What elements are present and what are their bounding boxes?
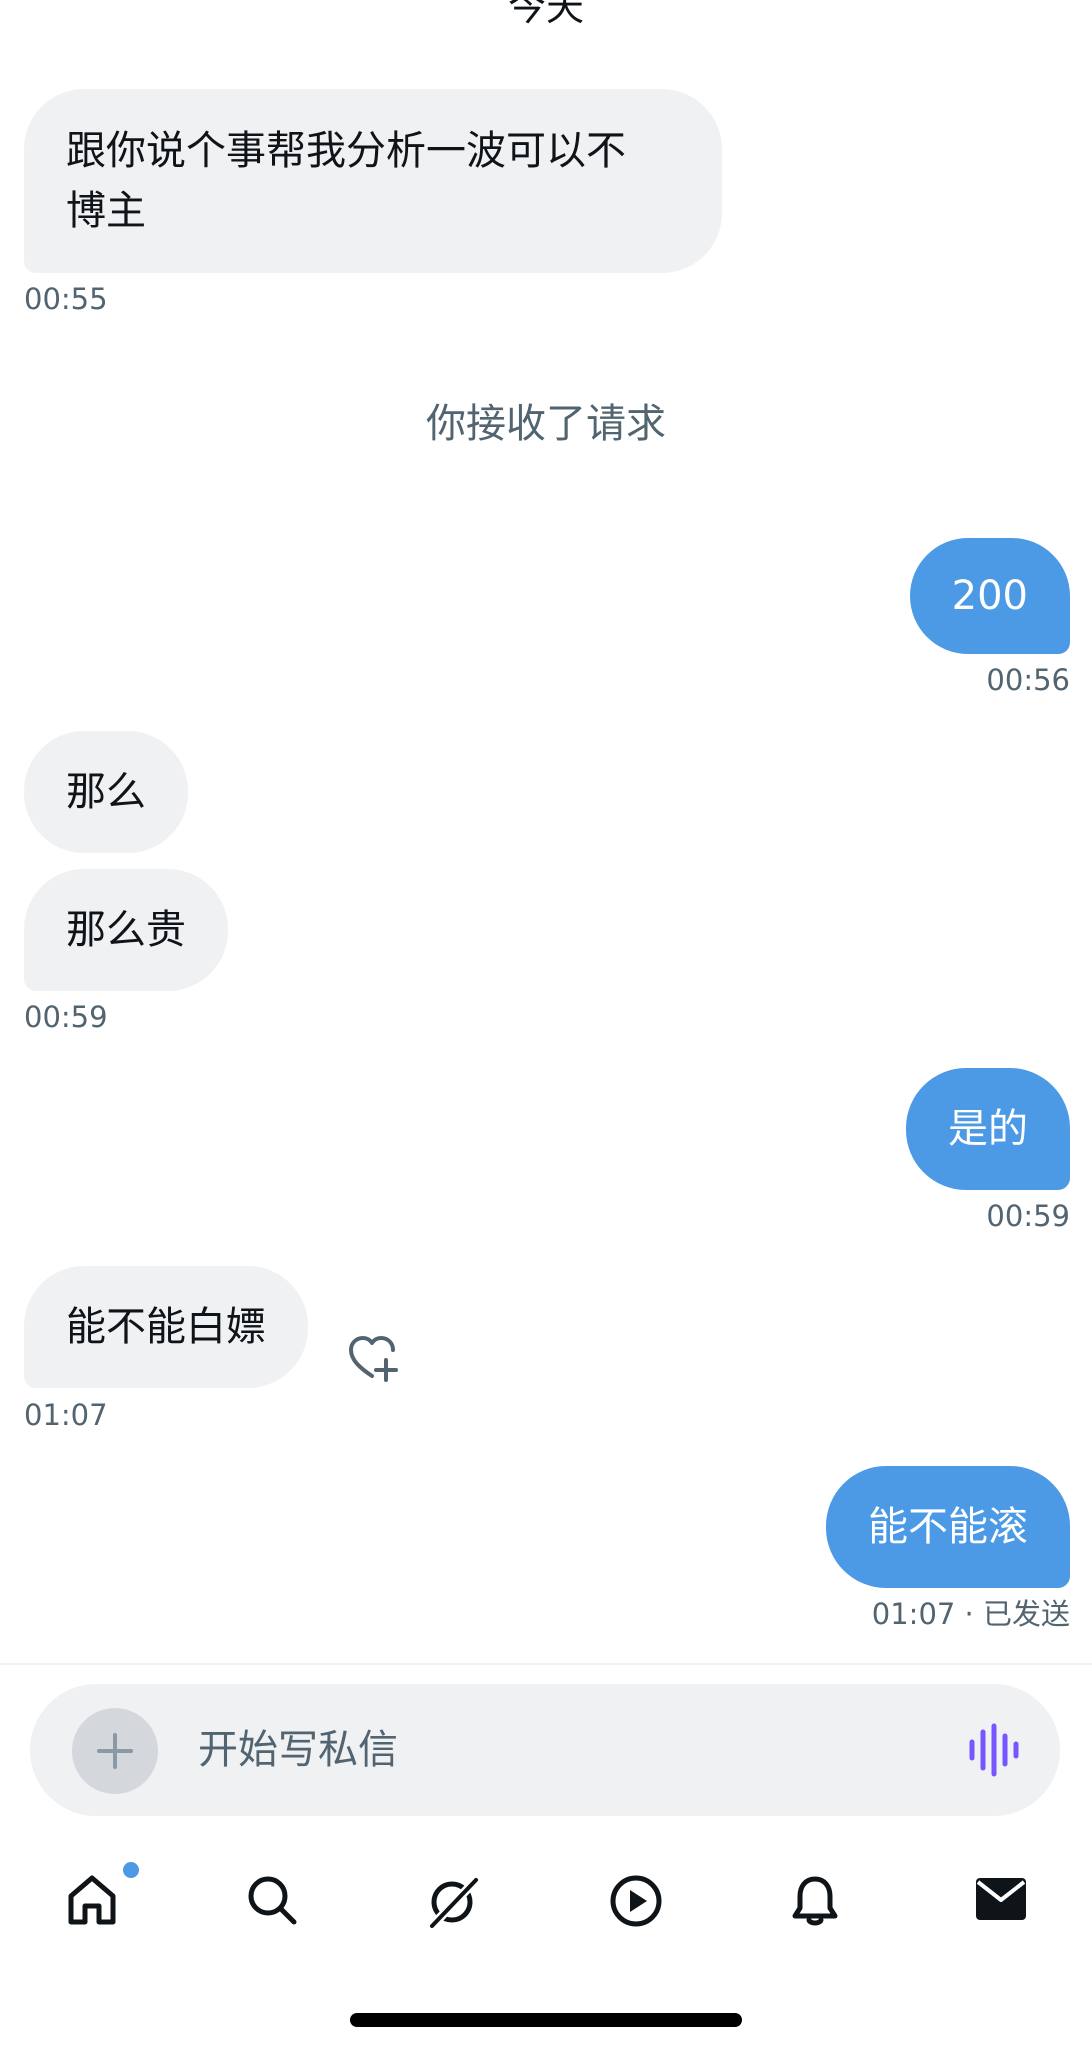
message-status: 01:07 · 已发送 bbox=[871, 1597, 1070, 1631]
divider bbox=[0, 1663, 1092, 1665]
notification-dot bbox=[123, 1862, 139, 1878]
message-composer bbox=[30, 1684, 1060, 1816]
tab-home[interactable] bbox=[43, 1852, 139, 1948]
message-bubble-incoming[interactable]: 跟你说个事帮我分析一波可以不 博主 bbox=[24, 89, 722, 273]
tab-notifications[interactable] bbox=[766, 1852, 862, 1948]
add-attachment-button[interactable] bbox=[72, 1708, 158, 1794]
plus-icon bbox=[97, 1733, 133, 1769]
tab-video[interactable] bbox=[585, 1852, 681, 1948]
tab-messages[interactable] bbox=[950, 1852, 1046, 1948]
play-icon bbox=[610, 1875, 662, 1927]
message-timestamp: 00:59 bbox=[24, 1000, 108, 1034]
message-timestamp: 00:55 bbox=[24, 282, 108, 316]
bell-icon bbox=[792, 1876, 838, 1926]
voice-wave-icon bbox=[969, 1723, 1019, 1777]
message-text: 那么 bbox=[66, 769, 146, 815]
tab-grok[interactable] bbox=[402, 1852, 498, 1948]
message-bubble-outgoing[interactable]: 能不能滚 bbox=[826, 1466, 1070, 1588]
message-timestamp: 00:56 bbox=[986, 663, 1070, 697]
home-icon bbox=[68, 1875, 116, 1925]
message-text: 能不能白嫖 bbox=[66, 1304, 266, 1350]
bottom-tab-bar bbox=[0, 1852, 1092, 1948]
message-bubble-incoming[interactable]: 能不能白嫖 bbox=[24, 1266, 308, 1388]
tab-search[interactable] bbox=[222, 1852, 318, 1948]
message-text: 能不能滚 bbox=[868, 1504, 1028, 1550]
message-timestamp: 00:59 bbox=[986, 1199, 1070, 1233]
message-text: 那么贵 bbox=[66, 907, 186, 953]
message-text: 是的 bbox=[948, 1106, 1028, 1152]
search-icon bbox=[248, 1876, 297, 1925]
home-indicator[interactable] bbox=[350, 2013, 742, 2027]
message-timestamp: 01:07 bbox=[24, 1398, 108, 1432]
message-bubble-outgoing[interactable]: 是的 bbox=[906, 1068, 1070, 1190]
message-text-line: 跟你说个事帮我分析一波可以不 bbox=[66, 128, 626, 174]
message-text: 200 bbox=[951, 573, 1028, 619]
message-text-line: 博主 bbox=[66, 188, 146, 234]
mail-icon bbox=[976, 1878, 1026, 1920]
message-input[interactable] bbox=[198, 1710, 938, 1790]
date-header: 今天 bbox=[507, 0, 584, 29]
message-bubble-incoming[interactable]: 那么 bbox=[24, 731, 188, 853]
message-bubble-outgoing[interactable]: 200 bbox=[909, 538, 1070, 654]
grok-icon bbox=[428, 1876, 480, 1930]
voice-message-button[interactable] bbox=[964, 1722, 1024, 1778]
heart-plus-icon[interactable] bbox=[346, 1332, 402, 1384]
message-bubble-incoming[interactable]: 那么贵 bbox=[24, 869, 228, 991]
system-message: 你接收了请求 bbox=[426, 401, 666, 447]
